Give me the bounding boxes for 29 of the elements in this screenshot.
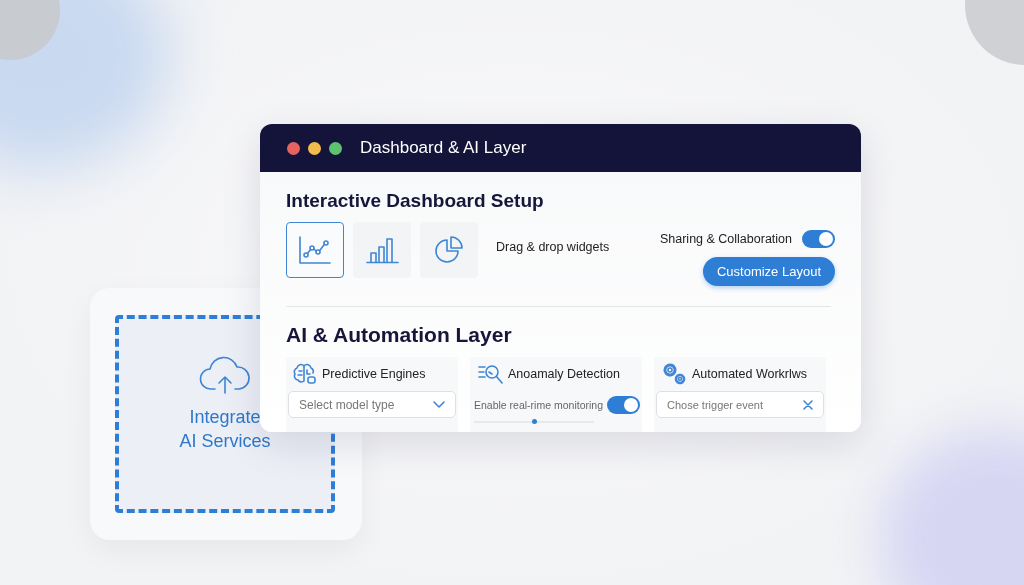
pie-chart-widget[interactable] <box>420 222 478 278</box>
monitoring-toggle[interactable] <box>607 395 640 414</box>
line-chart-icon <box>298 235 332 265</box>
trigger-event-field[interactable]: Chose trigger event <box>656 391 824 418</box>
slider-thumb[interactable] <box>532 419 537 424</box>
module-title: Anoamaly Detection <box>508 367 620 381</box>
module-title: Automated Workrlws <box>692 367 808 381</box>
drag-drop-hint: Drag & drop widgets <box>496 240 610 254</box>
cloud-upload-icon <box>199 355 251 395</box>
model-type-dropdown[interactable]: Select model type <box>288 391 456 418</box>
pie-chart-icon <box>434 235 464 265</box>
section-heading: Interactive Dashboard Setup <box>286 190 545 212</box>
window-title: Dashboard & AI Layer <box>360 138 527 158</box>
clear-icon[interactable] <box>803 399 813 410</box>
window-control[interactable] <box>287 141 300 155</box>
monitoring-label: Enable real-rime monitoring <box>474 398 603 411</box>
integrate-label: Integrate AI Services <box>179 406 271 453</box>
bar-chart-widget[interactable] <box>353 222 411 278</box>
sharing-toggle[interactable] <box>802 230 835 248</box>
magnifier-icon <box>477 363 503 385</box>
window-control[interactable] <box>329 141 342 155</box>
chevron-down-icon <box>433 400 445 409</box>
line-chart-widget[interactable] <box>286 222 344 278</box>
gears-icon <box>661 361 687 387</box>
customize-layout-button[interactable]: Customize Layout <box>702 257 835 286</box>
window-control[interactable] <box>308 141 321 155</box>
bar-chart-icon <box>365 235 399 265</box>
brain-icon <box>293 363 317 385</box>
sharing-label: Sharing & Collaboration <box>659 232 792 246</box>
